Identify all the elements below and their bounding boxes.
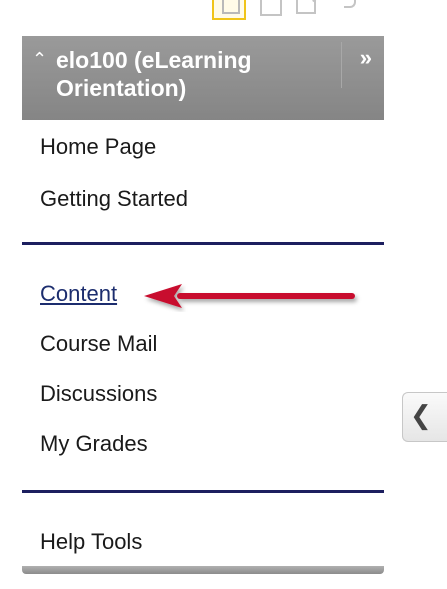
list-view-icon[interactable] <box>212 0 246 20</box>
menu-item-getting-started[interactable]: Getting Started <box>40 186 188 212</box>
edit-view-icon[interactable] <box>296 0 316 14</box>
double-right-chevron-icon[interactable]: » <box>360 46 372 70</box>
header-divider <box>341 42 342 88</box>
menu-item-my-grades[interactable]: My Grades <box>40 431 148 457</box>
menu-item-discussions[interactable]: Discussions <box>40 381 157 407</box>
menu-view-toolbar <box>212 0 372 28</box>
refresh-icon[interactable] <box>340 0 356 12</box>
menu-item-help-tools[interactable]: Help Tools <box>40 529 142 555</box>
collapse-menu-tab[interactable]: ❮ <box>402 392 447 442</box>
course-menu-header: ⌃ elo100 (eLearning Orientation) » <box>22 36 384 120</box>
menu-item-content[interactable]: Content <box>40 281 117 307</box>
menu-divider <box>22 490 384 493</box>
chevron-left-icon: ❮ <box>410 401 432 431</box>
course-title[interactable]: elo100 (eLearning Orientation) <box>56 46 334 102</box>
menu-item-course-mail[interactable]: Course Mail <box>40 331 157 357</box>
red-arrow-annotation <box>144 284 355 308</box>
folder-view-icon[interactable] <box>260 0 282 16</box>
panel-bottom-edge <box>22 566 384 574</box>
up-chevrons-icon[interactable]: ⌃ <box>32 50 47 68</box>
menu-item-home-page[interactable]: Home Page <box>40 134 156 160</box>
menu-divider <box>22 242 384 245</box>
